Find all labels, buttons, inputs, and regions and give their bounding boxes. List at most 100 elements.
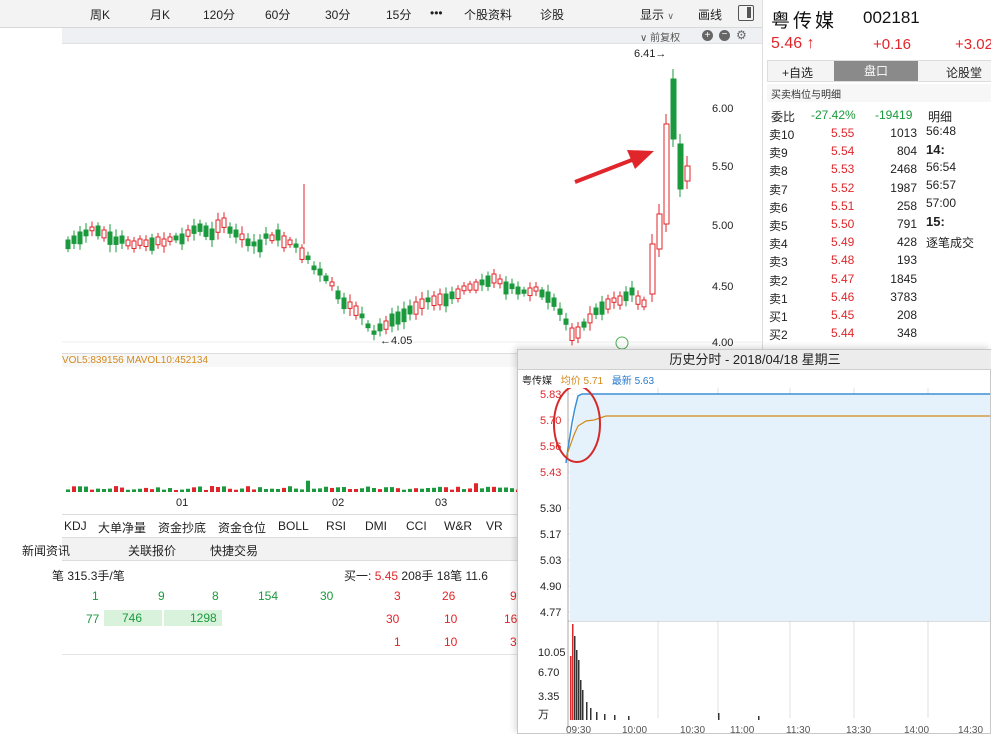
tab-cci[interactable]: CCI [406,519,427,533]
stat-cell: 77 [86,612,100,626]
bid-row[interactable]: 买2 5.44 348 [763,326,923,344]
tab-news[interactable]: 新闻资讯 [22,542,70,559]
tab-120min[interactable]: 120分 [203,6,235,23]
volume-chart: 01 02 03 [66,480,520,509]
tab-big-order[interactable]: 大单净量 [98,519,146,536]
ask-row[interactable]: 卖3 5.48 193 [763,253,923,271]
adjust-menu[interactable]: ∨ 前复权 [640,29,680,44]
display-label: 显示 [640,8,665,22]
event-marker-icon[interactable] [615,336,629,350]
ask-row[interactable]: 卖4 5.49 428 [763,235,923,253]
tab-orderbook[interactable]: 盘口 [834,61,918,81]
tab-vr[interactable]: VR [486,519,503,533]
draw-line-button[interactable]: 画线 [698,6,722,23]
candle-body [684,165,691,182]
candle-body [617,295,623,306]
candle-body [587,313,593,324]
volume-bar [372,488,376,492]
overlay-stock-name: 粤传媒 [522,376,552,387]
ask-row[interactable]: 卖9 5.54 804 [763,144,923,162]
intraday-price-tick: 5.43 [540,467,561,479]
candle-body [539,289,545,298]
bid-row[interactable]: 买1 5.45 208 [763,308,923,326]
volume-bar [198,486,202,492]
diagnose-button[interactable]: 诊股 [540,6,564,23]
plus-icon: + [782,66,790,80]
candle-body [395,311,401,325]
candle-body [557,308,563,315]
display-menu[interactable]: 显示 ∨ [640,6,674,23]
intraday-price-tick: 4.77 [540,607,561,619]
ask-row[interactable]: 卖10 5.55 1013 [763,126,923,144]
tick-by-tick-link[interactable]: 逐笔成交 [926,234,974,251]
ask-row[interactable]: 卖2 5.47 1845 [763,272,923,290]
candle-body [677,143,684,190]
candlestick-chart[interactable]: 6.00 5.50 5.00 4.50 4.00 6.41→ ←4.05 [62,44,762,352]
volume-bar [168,488,172,492]
intraday-volume-bar [570,656,572,720]
tab-watchlist[interactable]: +自选 [782,64,813,81]
candle-body [383,320,389,330]
ask-row[interactable]: 卖6 5.51 258 [763,199,923,217]
candle-body [649,243,656,295]
tab-fund-position[interactable]: 资金仓位 [218,519,266,536]
history-intraday-window[interactable]: 历史分时 - 2018/04/18 星期三 粤传媒 均价 5.71 最新 5.6… [517,349,991,734]
tab-60min[interactable]: 60分 [265,6,290,23]
tab-wr[interactable]: W&R [444,519,472,533]
level-price: 5.54 [831,144,855,159]
level-volume: 791 [896,217,917,231]
intraday-chart: 5.835.705.565.435.305.175.034.904.77 10.… [538,388,990,734]
candle-body [137,238,143,246]
tab-related-quotes[interactable]: 关联报价 [128,542,176,559]
intraday-volume-bar [596,712,598,720]
tab-15min[interactable]: 15分 [386,6,411,23]
tab-rsi[interactable]: RSI [326,519,346,533]
candle-body [155,236,161,246]
panel-toggle-icon[interactable] [738,5,754,21]
zoom-in-icon[interactable]: + [702,30,713,41]
tab-kdj[interactable]: KDJ [64,519,87,533]
candle-body [341,297,347,310]
tab-forum[interactable]: 论股堂 [946,64,982,81]
candle-body [179,233,185,245]
level-label: 卖10 [769,128,795,142]
low-label: ←4.05 [380,335,412,347]
level-volume: 208 [896,308,917,322]
time-tick: 09:30 [566,725,591,734]
candle-body [611,297,617,303]
candle-body [197,223,203,232]
volume-bar [132,489,136,492]
tab-weekly-k[interactable]: 周K [90,6,110,23]
volume-bar [192,487,196,492]
stat-cell: 3 [394,589,401,603]
candle-body [107,231,113,245]
tab-30min[interactable]: 30分 [325,6,350,23]
tab-fund-bottom[interactable]: 资金抄底 [158,519,206,536]
ask-row[interactable]: 卖1 5.46 3783 [763,290,923,308]
tab-boll[interactable]: BOLL [278,519,309,533]
window-title[interactable]: 历史分时 - 2018/04/18 星期三 [518,350,991,370]
candle-body [143,239,149,248]
gear-icon[interactable]: ⚙ [736,28,747,42]
detail-time: 15: [926,214,945,229]
level-price: 5.50 [831,217,855,231]
ask-row[interactable]: 卖7 5.52 1987 [763,181,923,199]
volume-bar [186,488,190,492]
candle-body [233,229,239,238]
quote-tabs: +自选 盘口 论股堂 [767,60,991,82]
stock-code: 002181 [863,8,920,27]
ask-row[interactable]: 卖8 5.53 2468 [763,162,923,180]
tab-quick-trade[interactable]: 快捷交易 [210,542,258,559]
more-icon[interactable]: ••• [430,6,443,20]
zoom-out-icon[interactable]: − [719,30,730,41]
tab-dmi[interactable]: DMI [365,519,387,533]
candle-body [437,293,443,306]
ask-row[interactable]: 卖5 5.50 791 [763,217,923,235]
price-tick-label: 5.50 [712,161,733,173]
candle-body [245,238,251,247]
tab-monthly-k[interactable]: 月K [150,6,170,23]
candle-body [239,233,245,241]
stock-info-button[interactable]: 个股资料 [464,6,512,23]
intraday-price-axis: 5.835.705.565.435.305.175.034.904.77 [540,389,561,619]
volume-bar [156,487,160,492]
